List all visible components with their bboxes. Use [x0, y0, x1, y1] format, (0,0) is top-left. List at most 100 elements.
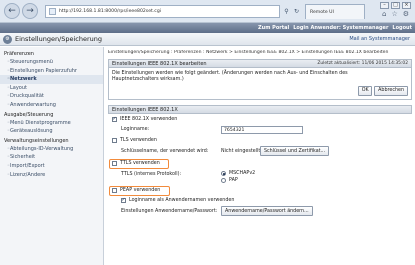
key-name-row: Schlüsselname, der verwendet wird:: [121, 149, 208, 154]
sidebar-item-utilities[interactable]: ◦Menü Dienstprogramme: [0, 119, 103, 128]
sidebar-item-label: Abteilungs-ID-Verwaltung: [10, 145, 74, 152]
sidebar-item-label: Layout: [10, 84, 27, 91]
sidebar-item-label: Geräteauslösung: [10, 128, 53, 135]
sidebar-item-label: Import/Export: [10, 162, 45, 169]
sidebar-item-control-menu[interactable]: ◦Steuerungsmenü: [0, 58, 103, 67]
use-login-row: ✓ Loginname als Anwendernamen verwenden: [121, 198, 234, 203]
back-arrow-icon[interactable]: ←: [4, 3, 20, 19]
ttls-protocol-label: TTLS (internes Protokoll):: [121, 172, 182, 177]
mschap-radio[interactable]: [221, 171, 226, 176]
login-name-row: Loginname:: [121, 127, 149, 132]
reload-icon[interactable]: ↻: [292, 5, 301, 18]
ttls-label: TTLS verwenden: [120, 161, 160, 166]
key-name-value-row: Nicht eingestellt: [221, 149, 260, 154]
minimize-button[interactable]: –: [380, 2, 389, 9]
sidebar-item-user-maintenance[interactable]: ◦Anwenderwartung: [0, 101, 103, 110]
last-updated-text: Zuletzt aktualisiert: 11/06 2015 14:35:0…: [317, 61, 408, 66]
browser-tab[interactable]: Remote UI: [305, 4, 365, 19]
sidebar-item-label: Menü Dienstprogramme: [10, 119, 71, 126]
tab-label: Remote UI: [310, 9, 334, 15]
sidebar-section-preferences: Präferenzen: [4, 51, 34, 57]
sidebar-item-security[interactable]: ◦Sicherheit: [0, 153, 103, 162]
address-bar[interactable]: http://192.168.1.81:8000/rps/ieee802set.…: [45, 5, 280, 18]
pap-radio[interactable]: [221, 178, 226, 183]
page-icon: [49, 8, 56, 15]
logout-link[interactable]: Logout: [392, 25, 412, 31]
sidebar-item-print-quality[interactable]: ◦Druckqualität: [0, 92, 103, 101]
user-pw-label: Einstellungen Anwendername/Passwort:: [121, 209, 218, 214]
url-text: http://192.168.1.81:8000/rps/ieee802set.…: [59, 9, 162, 14]
ieee-settings-form: ✓ IEEE 802.1X verwenden Loginname: 76543…: [108, 114, 412, 234]
sidebar-item-label: Anwenderwartung: [10, 101, 56, 108]
forward-arrow-icon[interactable]: →: [22, 3, 38, 19]
top-bar: Zum Portal Login Anwender: Systemmanager…: [0, 23, 415, 33]
use-login-checkbox[interactable]: ✓: [121, 198, 126, 203]
tls-row: TLS verwenden: [112, 138, 157, 143]
portal-link[interactable]: Zum Portal: [258, 25, 289, 31]
edit-title-bar: Einstellungen IEEE 802.1X bearbeiten Zul…: [108, 59, 412, 68]
main-content: Einstellungen/Speicherung : Präferenzen …: [105, 47, 415, 265]
peap-label: PEAP verwenden: [120, 188, 161, 193]
page-header: ⚙ Einstellungen/Speicherung Mail an Syst…: [0, 33, 415, 46]
tls-label: TLS verwenden: [120, 138, 157, 143]
sidebar-item-label: Lizenz/Andere: [10, 171, 46, 178]
user-pw-row: Einstellungen Anwendername/Passwort:: [121, 209, 217, 214]
sidebar-item-import-export[interactable]: ◦Import/Export: [0, 162, 103, 171]
ttls-checkbox[interactable]: [112, 161, 117, 166]
breadcrumb: Einstellungen/Speicherung : Präferenzen …: [108, 50, 389, 55]
page-title: Einstellungen/Speicherung: [15, 35, 103, 43]
sidebar-section-output: Ausgabe/Steuerung: [4, 111, 54, 118]
edit-title: Einstellungen IEEE 802.1X bearbeiten: [112, 60, 207, 67]
sidebar-section-admin: Verwaltungseinstellungen: [4, 137, 69, 144]
tls-checkbox[interactable]: [112, 138, 117, 143]
key-name-label: Schlüsselname, der verwendet wird:: [121, 149, 209, 154]
ttls-option-pap[interactable]: PAP: [221, 178, 238, 183]
sidebar: Präferenzen ◦Steuerungsmenü ◦Einstellung…: [0, 47, 104, 265]
home-icon[interactable]: ⌂: [382, 10, 386, 18]
login-user-text: Login Anwender: Systemmanager: [293, 25, 389, 31]
favorites-star-icon[interactable]: ☆: [391, 10, 397, 18]
sidebar-item-label: Netzwerk: [10, 76, 37, 83]
sidebar-item-network[interactable]: ◦Netzwerk: [0, 75, 103, 84]
login-name-label: Loginname:: [121, 127, 150, 132]
use-ieee-checkbox[interactable]: ✓: [112, 117, 117, 122]
mail-admin-link[interactable]: Mail an Systemmanager: [349, 36, 410, 42]
login-name-input[interactable]: 7654321: [221, 126, 303, 134]
key-certificate-button[interactable]: Schlüssel und Zertifikat...: [260, 146, 330, 156]
sidebar-item-paper-source[interactable]: ◦Einstellungen Papierzufuhr: [0, 67, 103, 76]
close-window-button[interactable]: ×: [402, 2, 411, 9]
peap-checkbox[interactable]: [112, 188, 117, 193]
sidebar-item-label: Sicherheit: [10, 154, 36, 161]
gear-icon[interactable]: ⚙: [403, 10, 409, 18]
sidebar-item-device-release[interactable]: ◦Geräteauslösung: [0, 127, 103, 136]
section-title: Einstellungen IEEE 802.1X: [112, 106, 178, 113]
use-ieee-label: IEEE 802.1X verwenden: [120, 117, 178, 122]
change-user-password-button[interactable]: Anwendername/Passwort ändern...: [221, 206, 313, 216]
search-icon[interactable]: ⚲: [282, 5, 291, 18]
ok-button[interactable]: OK: [358, 86, 373, 96]
use-ieee-row: ✓ IEEE 802.1X verwenden: [112, 117, 177, 122]
notice-text: Die Einstellungen werden wie folgt geänd…: [112, 71, 348, 82]
maximize-button[interactable]: □: [391, 2, 400, 9]
section-header: Einstellungen IEEE 802.1X: [108, 105, 412, 114]
sidebar-item-layout[interactable]: ◦Layout: [0, 84, 103, 93]
sidebar-item-label: Druckqualität: [10, 93, 44, 100]
peap-row: PEAP verwenden: [112, 188, 160, 193]
settings-icon: ⚙: [3, 34, 12, 44]
ttls-row: TTLS verwenden: [112, 161, 160, 166]
window-controls: – □ ×: [380, 2, 411, 9]
use-login-label: Loginname als Anwendernamen verwenden: [129, 198, 235, 203]
browser-tools: ⌂ ☆ ⚙: [382, 10, 409, 18]
sidebar-item-label: Einstellungen Papierzufuhr: [10, 67, 77, 74]
notice-panel: Die Einstellungen werden wie folgt geänd…: [108, 68, 412, 100]
sidebar-item-department-id[interactable]: ◦Abteilungs-ID-Verwaltung: [0, 145, 103, 154]
browser-chrome: ← → http://192.168.1.81:8000/rps/ieee802…: [0, 0, 415, 23]
sidebar-item-license[interactable]: ◦Lizenz/Andere: [0, 171, 103, 180]
pap-label: PAP: [229, 178, 238, 183]
ttls-option-mschap[interactable]: MSCHAPv2: [221, 171, 255, 176]
cancel-button[interactable]: Abbrechen: [374, 86, 408, 96]
ttls-protocol-row: TTLS (internes Protokoll):: [121, 172, 181, 177]
sidebar-item-label: Steuerungsmenü: [10, 59, 53, 65]
form-buttons: OK Abbrechen: [358, 86, 408, 96]
mschap-label: MSCHAPv2: [229, 171, 256, 176]
